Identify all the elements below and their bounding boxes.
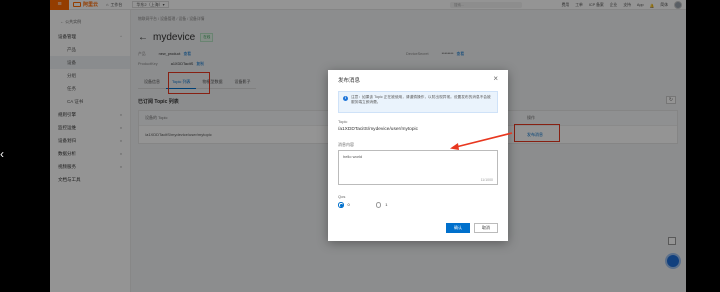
qos-option-1[interactable]: 1: [375, 202, 388, 208]
topic-value: /a1XDDTacitS/mydevice/user/mytopic: [338, 127, 418, 132]
qos-radio-group: 0 1: [338, 202, 387, 208]
notice-box: i 注意：如果该 Topic 正在被使用，请谨慎操作，以防出现异常。设置发布的消…: [338, 91, 498, 113]
character-counter: 11/1000: [480, 178, 493, 182]
previous-image-icon[interactable]: ‹: [0, 148, 10, 160]
qos-option-0[interactable]: 0: [338, 202, 350, 208]
qos-option-label: 0: [347, 202, 350, 208]
console-screen: ≡ 阿里云 ⌂ 工作台 华东2（上海） ▾ 搜索... 费用 工单 ICP 备案…: [50, 0, 686, 292]
qos-option-label: 1: [385, 202, 388, 208]
radio-selected-icon: [338, 202, 344, 208]
message-label: 消息内容: [338, 142, 354, 147]
dialog-footer: 确认 取消: [446, 223, 498, 233]
close-icon[interactable]: ×: [493, 74, 498, 83]
confirm-button[interactable]: 确认: [446, 223, 470, 233]
notice-text: 注意：如果该 Topic 正在被使用，请谨慎操作，以防出现异常。设置发布的消息不…: [351, 95, 491, 105]
publish-message-dialog: 发布消息 × i 注意：如果该 Topic 正在被使用，请谨慎操作，以防出现异常…: [328, 70, 508, 241]
message-content-textarea[interactable]: hello world 11/1000: [338, 150, 498, 185]
dialog-title: 发布消息: [338, 78, 361, 84]
radio-unselected-icon: [375, 202, 382, 208]
cancel-button[interactable]: 取消: [474, 223, 498, 233]
info-icon: i: [343, 96, 348, 101]
message-text: hello world: [343, 154, 363, 159]
qos-label: Qos: [338, 194, 346, 199]
topic-label: Topic: [338, 119, 348, 124]
